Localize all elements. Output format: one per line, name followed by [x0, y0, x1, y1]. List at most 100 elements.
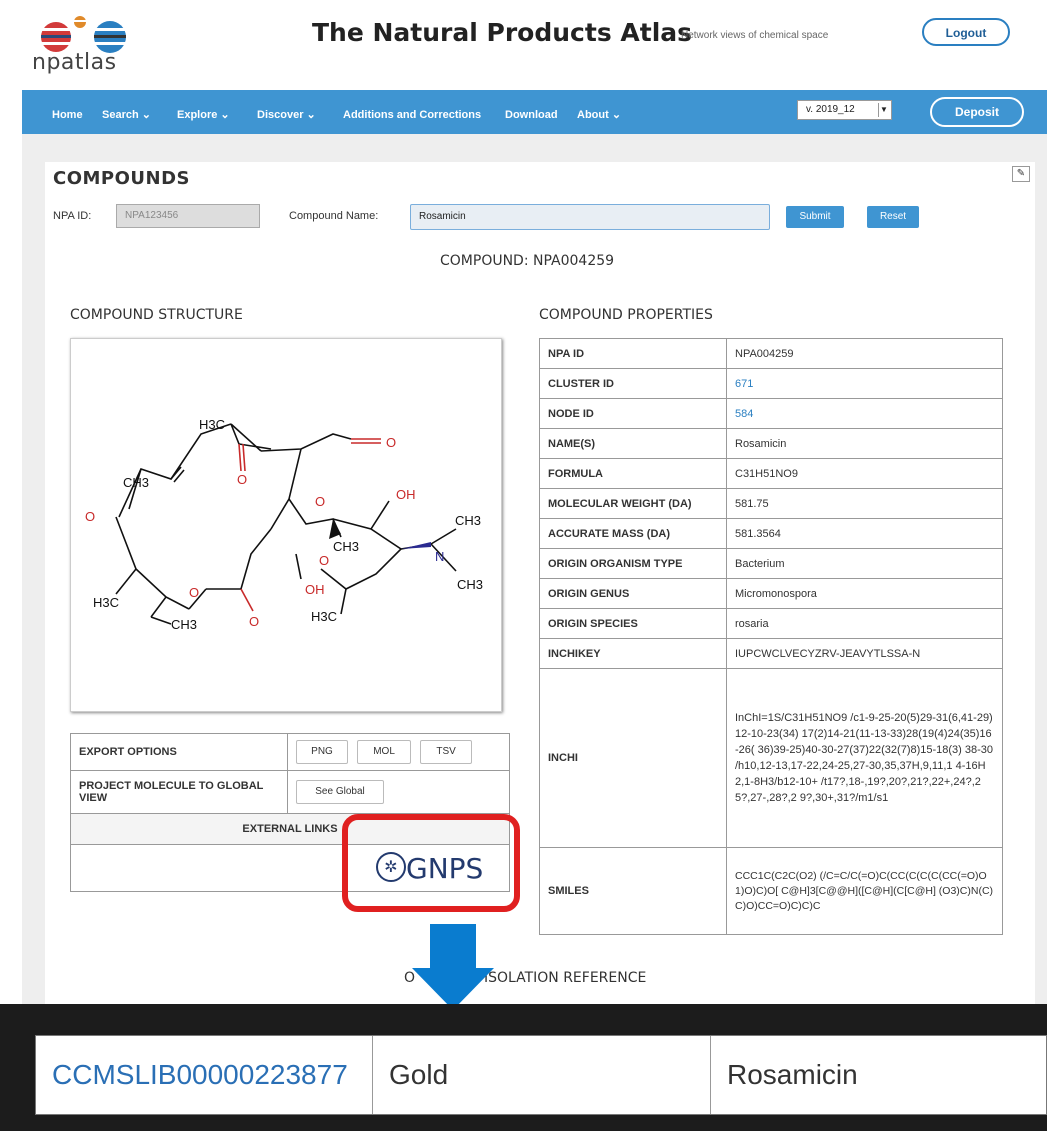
label-oh-bottom: OH: [305, 582, 325, 597]
prop-value: IUPCWCLVECYZRV-JEAVYTLSSA-N: [726, 638, 1003, 669]
gnps-highlight-box: [342, 814, 520, 912]
export-mol-button[interactable]: MOL: [357, 740, 412, 764]
prop-key: CLUSTER ID: [539, 368, 727, 399]
structure-title: COMPOUND STRUCTURE: [70, 307, 243, 323]
prop-value: 581.3564: [726, 518, 1003, 549]
label-ch3-mid: CH3: [333, 539, 359, 554]
chevron-down-icon[interactable]: ▼: [878, 103, 889, 117]
nav-search[interactable]: Search ⌄: [102, 90, 151, 134]
gnps-quality: Gold: [373, 1036, 711, 1114]
logo-text: npatlas: [32, 50, 117, 75]
nav-about[interactable]: About ⌄: [577, 90, 621, 134]
prop-key: INCHIKEY: [539, 638, 727, 669]
nav-additions-corrections[interactable]: Additions and Corrections: [343, 90, 481, 134]
label-oh-top: OH: [396, 487, 416, 502]
table-row: ACCURATE MASS (DA) 581.3564: [539, 518, 1003, 549]
table-row: NODE ID 584: [539, 398, 1003, 429]
nav-home[interactable]: Home: [52, 90, 83, 134]
table-row: ORIGIN SPECIES rosaria: [539, 608, 1003, 639]
table-row: INCHIKEY IUPCWCLVECYZRV-JEAVYTLSSA-N: [539, 638, 1003, 669]
submit-button[interactable]: Submit: [786, 206, 844, 228]
label-o-carbonyl: O: [249, 614, 259, 629]
main-navbar: Home Search ⌄ Explore ⌄ Discover ⌄ Addit…: [22, 90, 1047, 134]
prop-value: rosaria: [726, 608, 1003, 639]
prop-value: Bacterium: [726, 548, 1003, 579]
label-ch3-n2: CH3: [457, 577, 483, 592]
export-png-button[interactable]: PNG: [296, 740, 348, 764]
compound-structure-image: H3C O CH3 O O O OH CH3 CH3 N CH3 O OH H3…: [70, 338, 502, 712]
label-o-lactone: O: [189, 585, 199, 600]
label-o-sugar: O: [319, 553, 329, 568]
isolation-heading-right: ISOLATION REFERENCE: [483, 970, 647, 986]
table-row: CLUSTER ID 671: [539, 368, 1003, 399]
label-h3c-bottom: H3C: [311, 609, 337, 624]
compound-name-input[interactable]: Rosamicin: [410, 204, 770, 230]
node-id-link[interactable]: 584: [735, 408, 753, 420]
nav-download[interactable]: Download: [505, 90, 558, 134]
prop-value: 581.75: [726, 488, 1003, 519]
label-ch3-bottom: CH3: [171, 617, 197, 632]
table-row: ORIGIN ORGANISM TYPE Bacterium: [539, 548, 1003, 579]
label-o-ketone: O: [237, 472, 247, 487]
prop-value: CCC1C(C2C(O2) (/C=C/C(=O)C(CC(C(C(C(CC(=…: [726, 847, 1003, 935]
prop-key: NPA ID: [539, 338, 727, 369]
version-select[interactable]: v. 2019_12 ▼: [797, 100, 892, 120]
site-header: npatlas The Natural Products Atlas Netwo…: [0, 0, 1047, 90]
prop-value: InChI=1S/C31H51NO9 /c1-9-25-20(5)29-31(6…: [726, 668, 1003, 848]
table-row: MOLECULAR WEIGHT (DA) 581.75: [539, 488, 1003, 519]
compound-name-label: Compound Name:: [289, 210, 379, 222]
table-row: FORMULA C31H51NO9: [539, 458, 1003, 489]
label-h3c-top: H3C: [199, 417, 225, 432]
prop-key: ACCURATE MASS (DA): [539, 518, 727, 549]
deposit-button[interactable]: Deposit: [930, 97, 1024, 127]
prop-key: ORIGIN GENUS: [539, 578, 727, 609]
compound-title: COMPOUND: NPA004259: [440, 253, 615, 269]
gnps-compound-name: Rosamicin: [727, 1059, 858, 1090]
compound-properties-table: NPA ID NPA004259 CLUSTER ID 671 NODE ID 584…: [539, 338, 1003, 935]
prop-value: Rosamicin: [726, 428, 1003, 459]
npa-id-input[interactable]: NPA123456: [116, 204, 260, 228]
prop-value: C31H51NO9: [726, 458, 1003, 489]
prop-key: MOLECULAR WEIGHT (DA): [539, 488, 727, 519]
prop-value: NPA004259: [726, 338, 1003, 369]
label-o-ring: O: [315, 494, 325, 509]
prop-key: ORIGIN SPECIES: [539, 608, 727, 639]
label-n: N: [435, 549, 444, 564]
prop-value: Micromonospora: [726, 578, 1003, 609]
see-global-button[interactable]: See Global: [296, 780, 384, 804]
prop-key: NAME(S): [539, 428, 727, 459]
site-tagline: Network views of chemical space: [681, 30, 829, 41]
table-row: INCHI InChI=1S/C31H51NO9 /c1-9-25-20(5)29…: [539, 668, 1003, 848]
nav-explore[interactable]: Explore ⌄: [177, 90, 230, 134]
prop-key: FORMULA: [539, 458, 727, 489]
table-row: NPA ID NPA004259: [539, 338, 1003, 369]
export-options-label: EXPORT OPTIONS: [70, 733, 288, 771]
site-title: The Natural Products Atlas: [312, 18, 693, 47]
version-value: v. 2019_12: [806, 104, 855, 115]
table-row: NAME(S) Rosamicin: [539, 428, 1003, 459]
prop-key: NODE ID: [539, 398, 727, 429]
compounds-heading: COMPOUNDS: [53, 168, 191, 189]
project-molecule-label: PROJECT MOLECULE TO GLOBAL VIEW: [70, 770, 288, 814]
table-row: ORIGIN GENUS Micromonospora: [539, 578, 1003, 609]
label-ch3-left: CH3: [123, 475, 149, 490]
label-o-aldehyde: O: [386, 435, 396, 450]
nav-discover[interactable]: Discover ⌄: [257, 90, 316, 134]
gnps-library-id-link[interactable]: CCMSLIB00000223877: [36, 1036, 373, 1114]
reset-button[interactable]: Reset: [867, 206, 919, 228]
export-tsv-button[interactable]: TSV: [420, 740, 473, 764]
prop-key: INCHI: [539, 668, 727, 848]
label-h3c-left: H3C: [93, 595, 119, 610]
npa-id-label: NPA ID:: [53, 210, 92, 222]
molecule-drawing: H3C O CH3 O O O OH CH3 CH3 N CH3 O OH H3…: [85, 417, 483, 632]
edit-icon[interactable]: ✎: [1012, 166, 1030, 182]
table-row: SMILES CCC1C(C2C(O2) (/C=C/C(=O)C(CC(C(C(…: [539, 847, 1003, 935]
label-ch3-n1: CH3: [455, 513, 481, 528]
prop-key: SMILES: [539, 847, 727, 935]
down-arrow-icon: [412, 924, 494, 1010]
label-o-epoxide: O: [85, 509, 95, 524]
gnps-result-row: CCMSLIB00000223877 Gold Rosamicin: [35, 1035, 1047, 1115]
properties-title: COMPOUND PROPERTIES: [539, 307, 713, 323]
cluster-id-link[interactable]: 671: [735, 378, 753, 390]
logout-button[interactable]: Logout: [922, 18, 1010, 46]
